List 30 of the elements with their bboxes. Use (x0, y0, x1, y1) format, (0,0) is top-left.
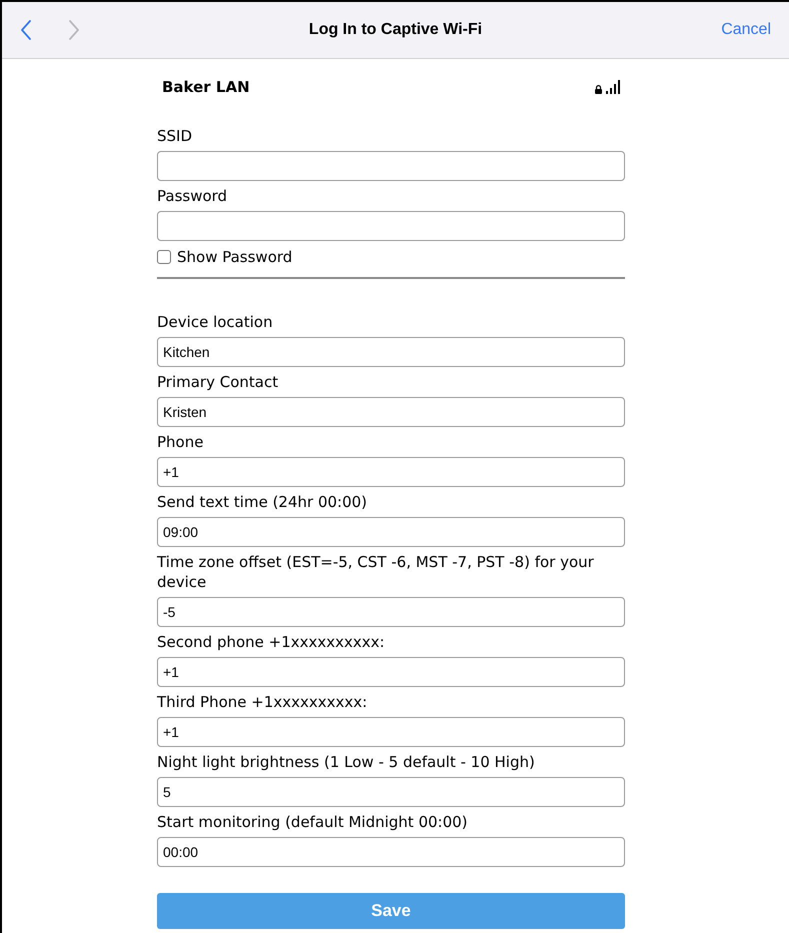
text-field[interactable]: -5 (157, 597, 625, 627)
text-field[interactable]: +1 (157, 717, 625, 747)
show-password-label: Show Password (177, 246, 292, 268)
text-field[interactable]: +1 (157, 457, 625, 487)
show-password-checkbox[interactable] (157, 250, 171, 264)
text-field[interactable]: Kristen (157, 397, 625, 427)
chevron-left-icon (20, 19, 32, 41)
chevron-right-icon (68, 19, 80, 41)
field-label: Third Phone +1xxxxxxxxxx: (157, 692, 368, 713)
text-field[interactable] (157, 210, 625, 240)
network-name: Baker LAN (162, 77, 250, 98)
text-field[interactable]: Kitchen (157, 337, 625, 367)
text-field[interactable]: +1 (157, 657, 625, 687)
field-label: Time zone offset (EST=-5, CST -6, MST -7, PST -8) for your device (157, 552, 595, 593)
field-label: SSID (157, 126, 194, 146)
field-label: Primary Contact (157, 372, 280, 393)
signal-icon (606, 80, 620, 94)
text-field[interactable] (157, 150, 625, 180)
field-label: Start monitoring (default Midnight 00:00) (157, 812, 469, 833)
text-field[interactable]: 00:00 (157, 837, 625, 867)
field-label: Password (157, 186, 228, 206)
field-label: Phone (157, 432, 204, 453)
field-label: Send text time (24hr 00:00) (157, 492, 368, 513)
text-field[interactable]: 09:00 (157, 517, 625, 547)
window-title: Log In to Captive Wi-Fi (308, 20, 482, 40)
field-label: Device location (157, 312, 274, 333)
field-label: Night light brightness (1 Low - 5 default - 10 High) (157, 752, 536, 773)
cancel-button[interactable]: Cancel (721, 18, 771, 42)
field-label: Second phone +1xxxxxxxxxx: (157, 632, 386, 653)
text-field[interactable]: 5 (157, 777, 625, 807)
